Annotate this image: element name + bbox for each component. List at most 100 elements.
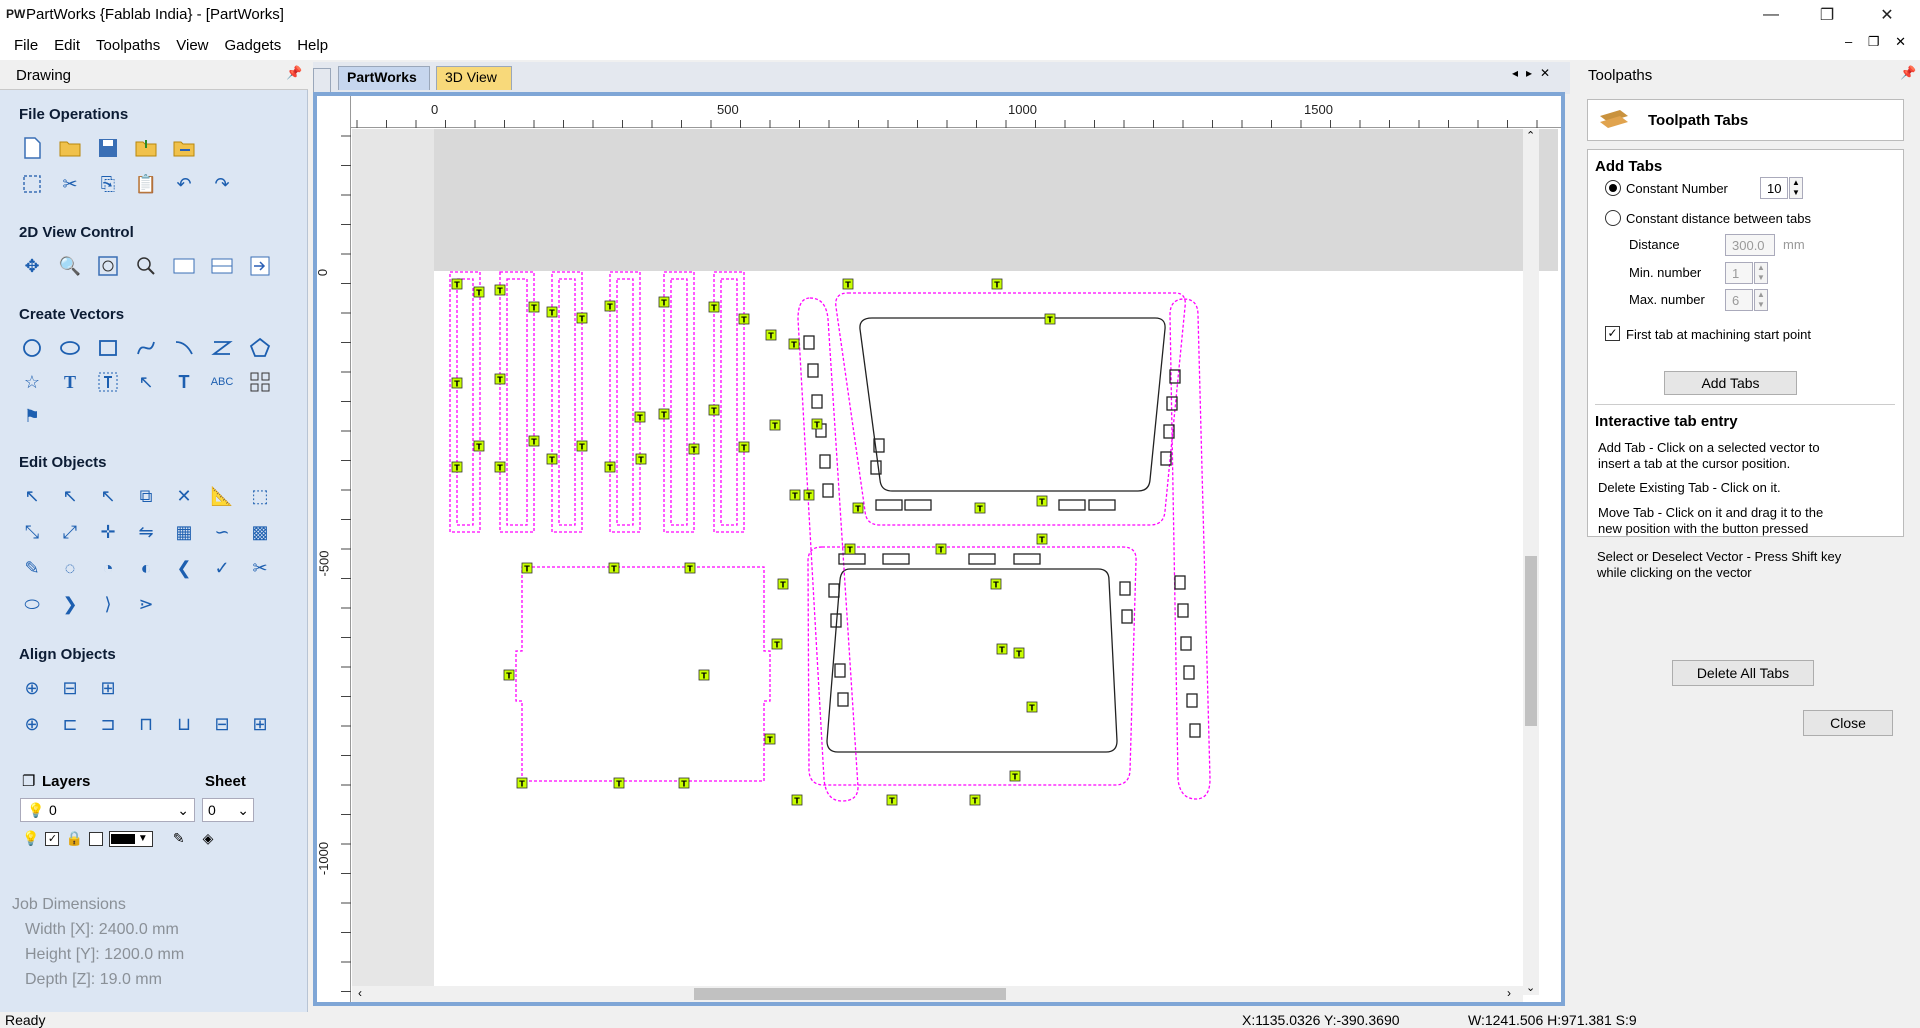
align-center-horizontal-icon[interactable]: ⊟ (56, 674, 84, 702)
subtract-icon[interactable]: ◔ (94, 554, 122, 582)
select-arrow-icon[interactable]: ↖ (18, 482, 46, 510)
tab-markers[interactable]: T T T T T T T T T T T T T T T T T T T T T T T T T T T T T T T T T T T T T T T T… (451, 278, 1056, 806)
menu-toolpaths[interactable]: Toolpaths (88, 37, 168, 54)
align-left-icon[interactable]: ⊏ (56, 710, 84, 738)
close-vector-icon[interactable]: ❯ (56, 590, 84, 618)
circle-icon[interactable] (18, 334, 46, 362)
zoom-icon[interactable]: 🔍 (56, 252, 84, 280)
align-bottom-icon[interactable]: ⊔ (170, 710, 198, 738)
tab-scroll-controls[interactable]: ◂▸✕ (1512, 66, 1558, 80)
tab-partworks[interactable]: PartWorks (338, 66, 430, 90)
polyline-icon[interactable] (208, 334, 236, 362)
export-icon[interactable] (170, 134, 198, 162)
mdi-window-controls[interactable]: – ❐ ✕ (1845, 34, 1912, 50)
constant-number-spinner[interactable]: ▲ ▼ (1789, 177, 1803, 199)
curve-fit-icon[interactable]: ⟩ (94, 590, 122, 618)
vector-drawing[interactable]: T T T T T T T T T T T T T T T T T T T T T T T T T T T T T T T T T T T T T T T T… (352, 129, 1558, 995)
copy-icon[interactable]: ⎘ (94, 170, 122, 198)
constant-number-radio[interactable] (1605, 180, 1621, 196)
distance-input[interactable]: 300.0 (1725, 234, 1775, 256)
pan-icon[interactable]: ✥ (18, 252, 46, 280)
star-icon[interactable]: ☆ (18, 368, 46, 396)
text-icon[interactable]: T (56, 368, 84, 396)
min-number-input[interactable]: 1 (1725, 262, 1753, 284)
max-number-spinner[interactable]: ▲ ▼ (1754, 289, 1768, 311)
distribute-vertical-icon[interactable]: ⊞ (246, 710, 274, 738)
layer-color-picker[interactable]: ▼ (108, 830, 153, 847)
array-icon[interactable] (246, 368, 274, 396)
minimize-button[interactable]: — (1748, 0, 1794, 30)
visible-checkbox[interactable]: ✓ (45, 831, 60, 846)
pin-icon[interactable]: 📌 (286, 65, 302, 81)
select-all-icon[interactable] (18, 170, 46, 198)
nest-icon[interactable]: ▩ (246, 518, 274, 546)
redo-icon[interactable]: ↷ (208, 170, 236, 198)
tab-3d-view[interactable]: 3D View (436, 66, 512, 90)
align-center-vertical-icon[interactable]: ⊞ (94, 674, 122, 702)
drawing-area[interactable]: T T T T T T T T T T T T T T T T T T T T T T T T T T T T T T T T T T T T T T T T… (352, 129, 1561, 1002)
min-number-spinner[interactable]: ▲ ▼ (1754, 262, 1768, 284)
flag-tool-icon[interactable]: ⚑ (18, 402, 46, 430)
scroll-down-icon[interactable]: ⌄ (1526, 981, 1535, 994)
split-view-icon[interactable] (208, 252, 236, 280)
join-vectors-icon[interactable]: ∽ (208, 518, 236, 546)
open-file-icon[interactable] (56, 134, 84, 162)
horizontal-scroll-thumb[interactable] (694, 988, 1006, 1000)
align-page-center-icon[interactable]: ⊕ (18, 710, 46, 738)
layer-select[interactable]: 💡 0 ⌄ (20, 798, 195, 822)
delete-object-icon[interactable]: ✕ (170, 482, 198, 510)
save-icon[interactable] (94, 134, 122, 162)
menu-edit[interactable]: Edit (46, 37, 88, 54)
align-center-icon[interactable]: ⊕ (18, 674, 46, 702)
distribute-horizontal-icon[interactable]: ⊟ (208, 710, 236, 738)
import-icon[interactable] (132, 134, 160, 162)
menu-file[interactable]: File (6, 37, 46, 54)
transform-icon[interactable]: ⧉ (132, 482, 160, 510)
arc-icon[interactable] (170, 334, 198, 362)
close-window-button[interactable]: ✕ (1864, 0, 1910, 30)
node-edit-icon[interactable]: ↖ (56, 482, 84, 510)
scale-object-icon[interactable]: ⬚ (246, 482, 274, 510)
smooth-icon[interactable]: ✓ (208, 554, 236, 582)
view-toggle-icon[interactable] (170, 252, 198, 280)
text-box-icon[interactable] (94, 368, 122, 396)
lock-icon[interactable]: 🔒 (65, 830, 82, 847)
center-object-icon[interactable]: ✛ (94, 518, 122, 546)
add-tabs-button[interactable]: Add Tabs (1664, 371, 1797, 395)
horizontal-scrollbar[interactable]: ‹ › (352, 986, 1523, 1002)
vertical-scrollbar[interactable]: ⌃ ⌄ (1523, 129, 1539, 995)
scroll-right-icon[interactable]: › (1507, 986, 1511, 1000)
zoom-selected-icon[interactable] (132, 252, 160, 280)
close-button[interactable]: Close (1803, 710, 1893, 736)
measure-icon[interactable]: 📐 (208, 482, 236, 510)
group-icon[interactable]: ▦ (170, 518, 198, 546)
layer-manager-icon[interactable]: ◈ (203, 830, 214, 847)
text-fit-icon[interactable]: T (170, 368, 198, 396)
extend-icon[interactable]: ⋗ (132, 590, 160, 618)
polygon-icon[interactable] (246, 334, 274, 362)
scroll-left-icon[interactable]: ‹ (358, 986, 362, 1000)
scroll-up-icon[interactable]: ⌃ (1526, 129, 1535, 142)
rectangle-icon[interactable] (94, 334, 122, 362)
menu-view[interactable]: View (168, 37, 216, 54)
maximize-button[interactable]: ❐ (1804, 0, 1850, 30)
lightbulb-icon[interactable]: 💡 (22, 830, 39, 847)
delete-all-tabs-button[interactable]: Delete All Tabs (1672, 660, 1814, 686)
constant-number-input[interactable]: 10 (1760, 177, 1788, 199)
pin-icon[interactable]: 📌 (1900, 65, 1916, 81)
layer-properties-icon[interactable]: ✎ (173, 830, 185, 847)
offset-icon[interactable]: ⬭ (18, 590, 46, 618)
move-object-icon[interactable]: ⤡ (18, 518, 46, 546)
mirror-icon[interactable]: ⇋ (132, 518, 160, 546)
menu-gadgets[interactable]: Gadgets (217, 37, 290, 54)
fillet-icon[interactable]: ❮ (170, 554, 198, 582)
curve-icon[interactable] (132, 334, 160, 362)
constant-distance-radio[interactable] (1605, 210, 1621, 226)
sheet-select[interactable]: 0 ⌄ (202, 798, 254, 822)
resize-object-icon[interactable]: ⤢ (56, 518, 84, 546)
arc-text-icon[interactable]: ABC (208, 368, 236, 396)
interactive-select-icon[interactable]: ↖ (94, 482, 122, 510)
weld-icon[interactable]: ◌ (56, 554, 84, 582)
trim-icon[interactable]: ✎ (18, 554, 46, 582)
text-on-curve-icon[interactable]: ↖ (132, 368, 160, 396)
